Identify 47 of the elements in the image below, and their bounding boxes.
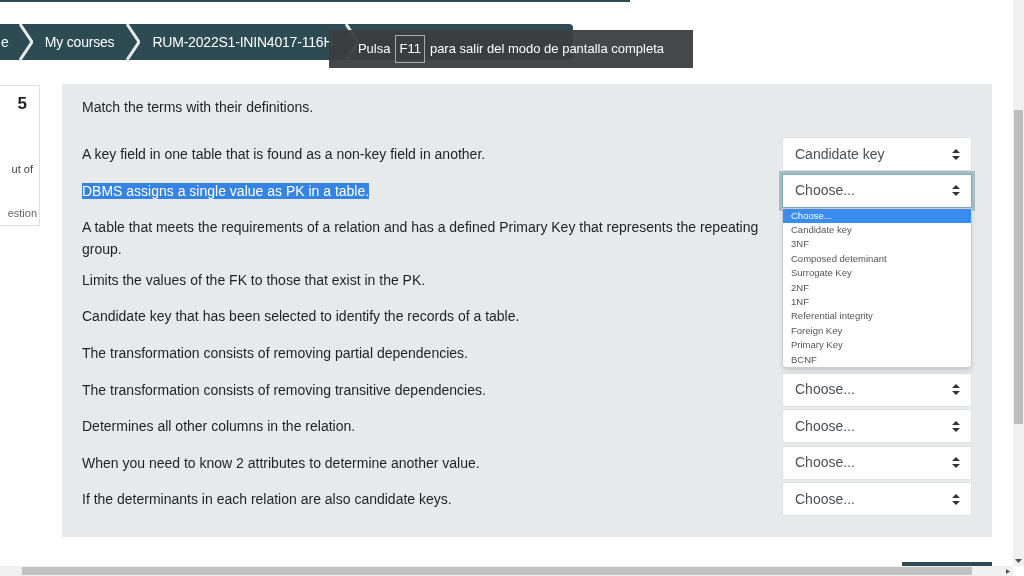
dropdown-option[interactable]: 1NF (783, 295, 971, 310)
definition-text: A key field in one table that is found as a non-key field in another. (82, 146, 486, 162)
dropdown-option[interactable]: 2NF (783, 280, 971, 296)
definition-text: A table that meets the requirements of a relation and has a defined Primary Key that represents the repeating group. (82, 219, 759, 258)
dropdown-option[interactable]: Composed deteminant (783, 251, 971, 267)
dropdown-option[interactable]: Candidate key (783, 223, 971, 238)
question-number: 5 (16, 93, 27, 115)
definition-text: DBMS assigns a single value as PK in a table. (82, 182, 370, 199)
scroll-right-arrow-icon[interactable] (1006, 569, 1010, 574)
key-label: F11 (395, 35, 425, 63)
answer-select[interactable]: Choose... (782, 173, 972, 208)
sort-caret-icon (952, 384, 960, 396)
dropdown-option[interactable]: Primary Key (783, 338, 971, 353)
chevron-separator-icon (126, 24, 141, 60)
definition-text: The transformation consists of removing transitive dependencies. (82, 381, 486, 398)
definition-text: Limits the values of the FK to those that exist in the PK. (82, 271, 426, 288)
answer-select[interactable]: Choose... (782, 445, 972, 480)
submit-button-edge[interactable] (902, 562, 992, 566)
dropdown-option[interactable]: Foreign Key (783, 323, 971, 339)
answer-select[interactable]: Choose... (782, 482, 972, 517)
sort-caret-icon (952, 148, 960, 160)
definition-text: The transformation consists of removing partial dependencies. (82, 344, 468, 361)
sort-caret-icon (952, 493, 960, 505)
dropdown-option[interactable]: BCNF (783, 352, 971, 368)
notice-text: Pulsa (357, 40, 391, 59)
card-text: estion (6, 206, 37, 221)
sort-caret-icon (952, 185, 960, 197)
dropdown-option[interactable]: Surrogate Key (783, 266, 971, 281)
answer-select[interactable]: Choose... (782, 372, 972, 407)
sort-caret-icon (952, 457, 960, 469)
definition-text: Determines all other columns in the relation. (82, 418, 356, 435)
notice-text: para salir del modo de pantalla completa (429, 40, 665, 59)
definition-text: If the determinants in each relation are also candidate keys. (82, 491, 452, 508)
dropdown-option[interactable]: 3NF (783, 237, 971, 252)
definition-text: Candidate key that has been selected to identify the records of a table. (82, 308, 520, 325)
breadcrumb-link[interactable]: My courses (44, 31, 115, 53)
answer-select[interactable]: Choose... (782, 409, 972, 444)
scroll-down-arrow-icon[interactable] (1015, 559, 1022, 563)
sort-caret-icon (952, 420, 960, 432)
answer-select[interactable]: Candidate key (782, 137, 972, 171)
breadcrumb-link[interactable]: RUM-2022S1-ININ4017-116H (152, 31, 334, 53)
definition-text: When you need to know 2 attributes to determine another value. (82, 454, 480, 471)
card-text: ut of (10, 161, 33, 177)
chevron-separator-icon (18, 24, 33, 60)
breadcrumb-link[interactable]: e (1, 31, 9, 53)
dropdown-option[interactable]: Referential integrity (783, 309, 971, 324)
instruction-text: Match the terms with their definitions. (82, 98, 315, 117)
